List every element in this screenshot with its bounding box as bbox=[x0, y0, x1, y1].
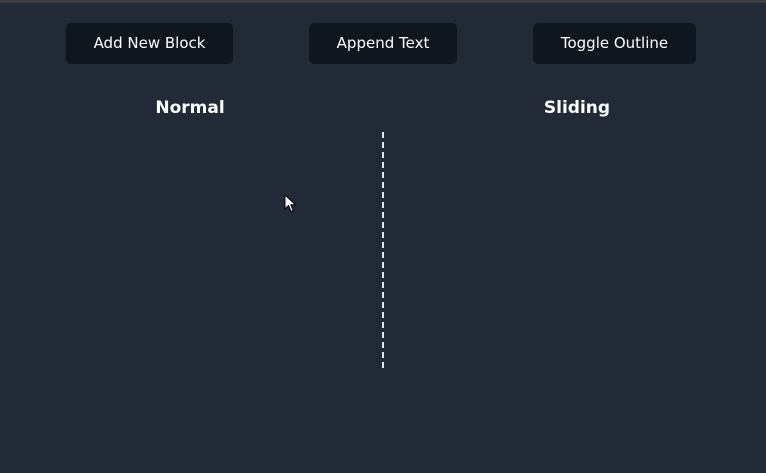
append-text-button[interactable]: Append Text bbox=[309, 23, 457, 64]
panel-divider bbox=[382, 132, 384, 368]
window-top-edge bbox=[0, 0, 766, 3]
mouse-cursor-icon bbox=[284, 194, 296, 212]
normal-panel-title: Normal bbox=[155, 98, 225, 118]
sliding-panel-title: Sliding bbox=[543, 98, 611, 118]
toggle-outline-button[interactable]: Toggle Outline bbox=[533, 23, 696, 64]
add-new-block-button[interactable]: Add New Block bbox=[66, 23, 233, 64]
